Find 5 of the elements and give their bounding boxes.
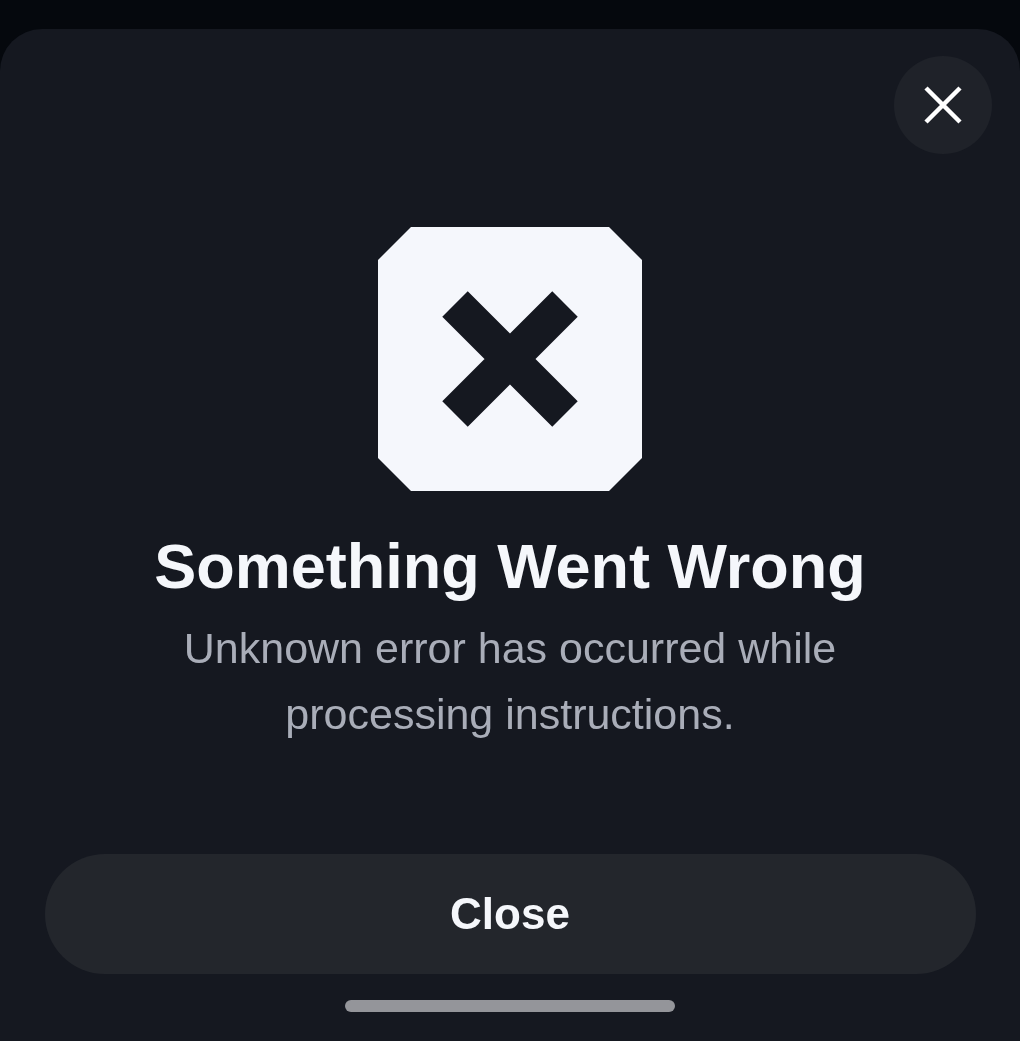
close-action-button[interactable]: Close <box>44 854 976 974</box>
error-x-icon <box>378 227 642 491</box>
close-icon <box>924 86 962 124</box>
error-message: Unknown error has occurred while processing instructions. <box>182 623 838 740</box>
dialog-title: Something Went Wrong <box>154 530 866 602</box>
